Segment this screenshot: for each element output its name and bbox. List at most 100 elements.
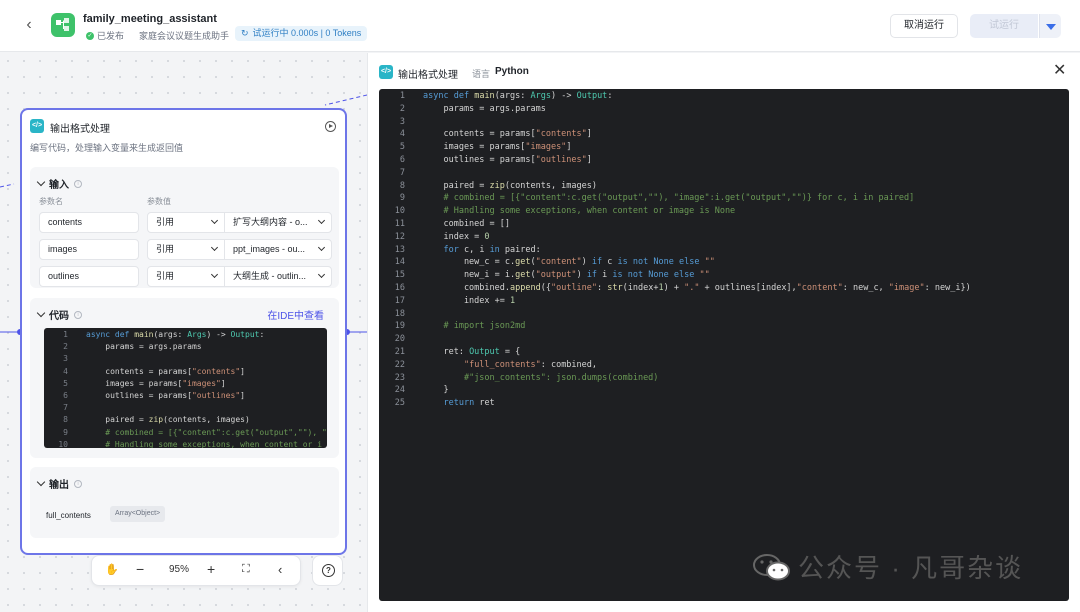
close-icon[interactable]: ✕ bbox=[1053, 63, 1066, 79]
help-icon: ? bbox=[322, 564, 335, 577]
line-number: 13 bbox=[394, 244, 405, 255]
code-line: 23 #"json_contents": json.dumps(combined… bbox=[379, 372, 1069, 385]
info-icon: i bbox=[74, 479, 82, 488]
param-type-select[interactable]: 引用 bbox=[147, 212, 225, 233]
code-line: 4 contents = params["contents"] bbox=[379, 128, 1069, 141]
code-line: 7 bbox=[44, 402, 327, 414]
fit-view-icon[interactable]: ⛶ bbox=[242, 563, 250, 576]
chevron-down-icon bbox=[36, 308, 46, 318]
line-number: 8 bbox=[63, 415, 68, 425]
code-editor[interactable]: 1 async def main(args: Args) -> Output: 2 … bbox=[379, 89, 1069, 601]
zoom-level[interactable]: 95% bbox=[169, 564, 189, 575]
code-section-title: 代码 bbox=[49, 311, 69, 322]
line-number: 21 bbox=[394, 347, 405, 357]
watermark: 公众号 · 凡哥杂谈 bbox=[752, 548, 1023, 585]
zoom-toolbar: ✋ − 95% + ⛶ ‹ bbox=[91, 555, 301, 586]
param-value-select[interactable]: ppt_images - ou... bbox=[224, 239, 332, 260]
watermark-text: 公众号 · 凡哥杂谈 bbox=[798, 553, 1024, 583]
zoom-in-icon[interactable]: + bbox=[207, 561, 215, 577]
code-line: 10 # Handling some exceptions, when cont… bbox=[379, 205, 1069, 218]
code-line: 9 # combined = [{"content":c.get("output… bbox=[44, 427, 327, 439]
line-number: 6 bbox=[63, 391, 68, 400]
code-node-card[interactable]: </> 输出格式处理 编写代码，处理输入变量来生成返回值 输入 i 参数名 参数值… bbox=[20, 108, 347, 555]
published-label: 已发布 bbox=[97, 31, 125, 41]
chevron-down-icon bbox=[36, 477, 46, 487]
line-number: 23 bbox=[394, 372, 405, 383]
cancel-run-button[interactable]: 取消运行 bbox=[890, 14, 958, 38]
code-line: 5 images = params["images"] bbox=[44, 378, 327, 390]
test-run-button[interactable]: 试运行 bbox=[970, 14, 1038, 38]
param-type-select[interactable]: 引用 bbox=[147, 266, 225, 287]
line-number: 17 bbox=[394, 295, 405, 306]
workflow-canvas[interactable]: </> 输出格式处理 编写代码，处理输入变量来生成返回值 输入 i 参数名 参数值… bbox=[0, 53, 367, 612]
code-line: 11 combined = [] bbox=[379, 218, 1069, 231]
line-number: 7 bbox=[63, 403, 68, 413]
code-line: 21 ret: Output = { bbox=[379, 346, 1069, 359]
line-number: 16 bbox=[394, 283, 405, 293]
line-number: 10 bbox=[394, 206, 405, 217]
line-number: 22 bbox=[394, 359, 405, 370]
param-value-select[interactable]: 大纲生成 - outlin... bbox=[224, 266, 332, 287]
line-number: 2 bbox=[399, 103, 405, 114]
line-number: 19 bbox=[394, 321, 405, 332]
input-section: 输入 i 参数名 参数值 contents 引用 扩写大纲内容 - o... im… bbox=[30, 167, 339, 288]
param-value-label: ppt_images - ou... bbox=[233, 244, 306, 254]
code-line: 5 images = params["images"] bbox=[379, 141, 1069, 154]
published-status: ✓ 已发布 bbox=[86, 29, 124, 42]
line-number: 25 bbox=[394, 398, 405, 409]
code-section-header[interactable]: 代码 i bbox=[36, 307, 82, 322]
param-type-label: 引用 bbox=[156, 271, 175, 281]
line-number: 2 bbox=[63, 342, 68, 352]
output-section-header[interactable]: 输出 i bbox=[36, 476, 82, 491]
panel-title: 输出格式处理 bbox=[398, 70, 458, 81]
param-name-input[interactable]: images bbox=[39, 239, 139, 260]
line-number: 3 bbox=[63, 354, 68, 364]
code-line: 12 index = 0 bbox=[379, 231, 1069, 244]
language-label: 语言 bbox=[472, 69, 491, 79]
line-number: 4 bbox=[399, 129, 405, 140]
line-number: 4 bbox=[63, 366, 68, 376]
line-number: 5 bbox=[399, 142, 405, 153]
code-line: 1 async def main(args: Args) -> Output: bbox=[44, 329, 327, 341]
param-name-input[interactable]: contents bbox=[39, 212, 139, 233]
loading-icon: ↻ bbox=[241, 28, 249, 38]
line-number: 1 bbox=[399, 91, 405, 101]
code-line: 14 new_c = c.get("content") if c is not … bbox=[379, 256, 1069, 269]
code-line: 8 paired = zip(contents, images) bbox=[379, 180, 1069, 193]
line-number: 10 bbox=[58, 439, 68, 448]
code-node-icon: </> bbox=[30, 119, 44, 133]
app-description: 家庭会议议题生成助手 bbox=[139, 31, 230, 41]
line-number: 7 bbox=[399, 167, 405, 178]
code-line: 13 for c, i in paired: bbox=[379, 244, 1069, 257]
line-number: 14 bbox=[394, 257, 405, 268]
minimap-icon[interactable]: ‹ bbox=[278, 562, 282, 577]
line-number: 24 bbox=[394, 385, 405, 396]
param-value-select[interactable]: 扩写大纲内容 - o... bbox=[224, 212, 332, 233]
param-type-select[interactable]: 引用 bbox=[147, 239, 225, 260]
help-button[interactable]: ? bbox=[312, 555, 343, 586]
run-status-text: 试运行中 0.000s | 0 Tokens bbox=[252, 28, 362, 38]
code-line: 16 combined.append({"outline": str(index… bbox=[379, 282, 1069, 295]
code-line: 24 } bbox=[379, 384, 1069, 397]
line-number: 20 bbox=[394, 334, 405, 345]
code-line: 2 params = args.params bbox=[379, 103, 1069, 116]
output-section: 输出 i full_contents Array<Object> bbox=[30, 467, 339, 538]
run-node-icon[interactable] bbox=[325, 121, 336, 132]
line-number: 1 bbox=[63, 330, 68, 339]
code-line: 15 new_i = i.get("output") if i is not N… bbox=[379, 269, 1069, 282]
input-section-header[interactable]: 输入 i bbox=[36, 176, 82, 191]
line-number: 9 bbox=[63, 427, 68, 437]
code-preview[interactable]: 1 async def main(args: Args) -> Output: 2 … bbox=[44, 328, 327, 448]
param-name-input[interactable]: outlines bbox=[39, 266, 139, 287]
view-in-ide-link[interactable]: 在IDE中查看 bbox=[267, 307, 324, 322]
line-number: 15 bbox=[394, 270, 405, 281]
code-line: 22 "full_contents": combined, bbox=[379, 359, 1069, 372]
zoom-out-icon[interactable]: − bbox=[136, 561, 144, 577]
code-line: 1 async def main(args: Args) -> Output: bbox=[379, 90, 1069, 103]
param-type-label: 引用 bbox=[156, 217, 175, 227]
top-header: ‹ family_meeting_assistant ✓ 已发布 家庭会议议题生成… bbox=[0, 0, 1080, 52]
app-logo-icon bbox=[51, 13, 75, 37]
hand-icon[interactable]: ✋ bbox=[105, 563, 119, 576]
dropdown-caret-icon[interactable] bbox=[1039, 14, 1061, 38]
back-arrow-icon[interactable]: ‹ bbox=[20, 16, 38, 34]
